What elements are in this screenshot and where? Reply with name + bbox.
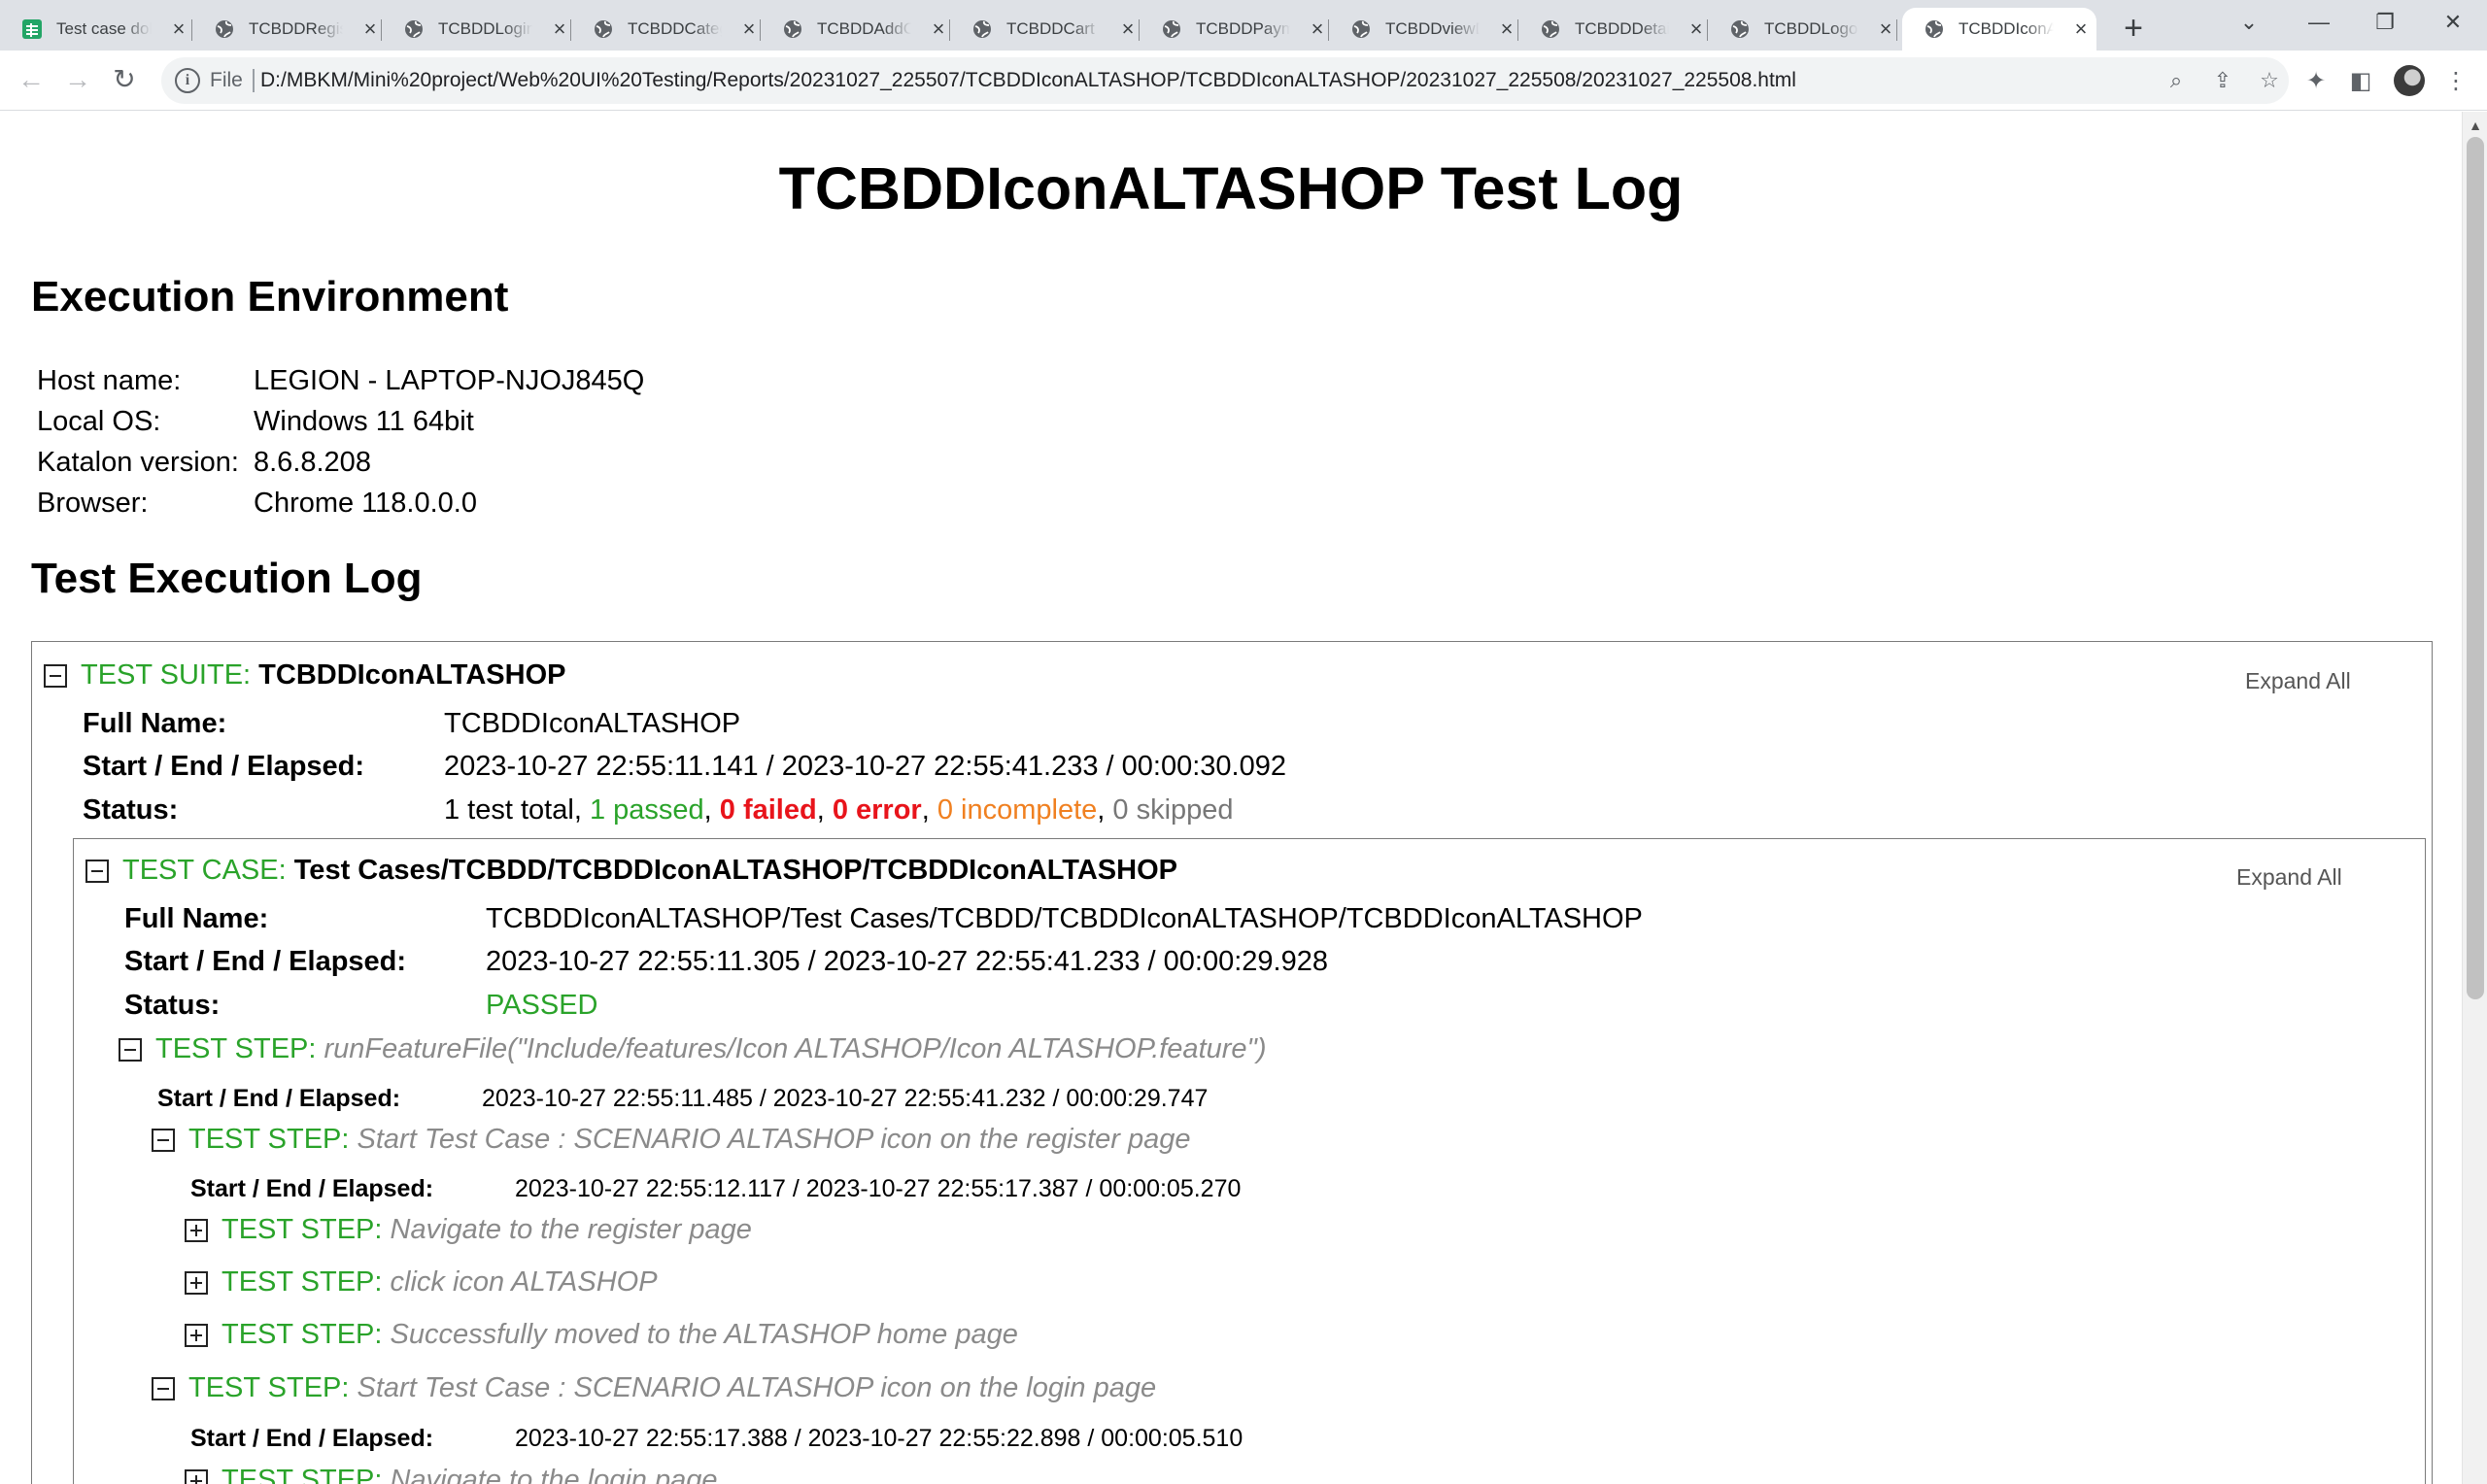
globe-icon	[403, 18, 425, 40]
test-case-panel: TEST CASE: Test Cases/TCBDD/TCBDDIconALT…	[73, 838, 2426, 1484]
side-panel-icon[interactable]: ◧	[2345, 66, 2376, 97]
browser-toolbar: ← → ↻ i File D:/MBKM/Mini%20project/Web%…	[0, 51, 2487, 111]
report-page: TCBDDIconALTASHOP Test Log Execution Env…	[0, 112, 2462, 1484]
close-icon[interactable]: ×	[358, 17, 382, 41]
case-full-name: Full Name: TCBDDIconALTASHOP/Test Cases/…	[124, 903, 1643, 934]
tab-tcbddiconaltashop[interactable]: TCBDDIconALTASHOP ×	[1902, 8, 2096, 51]
close-icon[interactable]: ×	[548, 17, 571, 41]
scenario-login-timing: Start / End / Elapsed: 2023-10-27 22:55:…	[190, 1425, 1244, 1452]
env-row-katalon: Katalon version: 8.6.8.208	[37, 446, 371, 478]
collapse-toggle-icon[interactable]	[119, 1037, 142, 1062]
close-icon[interactable]: ×	[1495, 17, 1518, 41]
expand-toggle-icon[interactable]	[185, 1323, 208, 1347]
scenario-register-timing: Start / End / Elapsed: 2023-10-27 22:55:…	[190, 1175, 1242, 1202]
info-icon[interactable]: i	[175, 68, 200, 93]
tab-tcbddpayment[interactable]: TCBDDPayment ×	[1140, 8, 1329, 51]
profile-avatar[interactable]	[2394, 65, 2425, 96]
test-suite-panel: TEST SUITE: TCBDDIconALTASHOP Expand All…	[31, 641, 2433, 1484]
test-suite-header: TEST SUITE: TCBDDIconALTASHOP	[44, 659, 565, 691]
collapse-toggle-icon[interactable]	[152, 1376, 175, 1400]
close-icon[interactable]: ×	[1116, 17, 1140, 41]
window-close-button[interactable]: ✕	[2419, 0, 2487, 45]
env-heading: Execution Environment	[31, 273, 509, 320]
test-step-scenario-register: TEST STEP: Start Test Case : SCENARIO AL…	[152, 1124, 1191, 1156]
globe-icon	[1540, 18, 1561, 40]
close-icon[interactable]: ×	[167, 17, 190, 41]
globe-icon	[971, 18, 993, 40]
test-case-header: TEST CASE: Test Cases/TCBDD/TCBDDIconALT…	[85, 855, 1177, 887]
expand-toggle-icon[interactable]	[185, 1270, 208, 1295]
expand-all-link[interactable]: Expand All	[2236, 864, 2342, 891]
test-step-navigate-login: TEST STEP: Navigate to the login page	[185, 1465, 718, 1484]
scrollbar-thumb[interactable]	[2467, 137, 2484, 999]
bookmark-star-icon[interactable]: ☆	[2256, 67, 2283, 94]
tab-tcbddviewdetail[interactable]: TCBDDviewDetail ×	[1329, 8, 1518, 51]
tab-tcbddregister[interactable]: TCBDDRegister ×	[192, 8, 382, 51]
test-step-scenario-login: TEST STEP: Start Test Case : SCENARIO AL…	[152, 1372, 1156, 1404]
expand-all-link[interactable]: Expand All	[2245, 668, 2351, 694]
page-scrollbar[interactable]: ▲	[2462, 112, 2487, 1484]
test-step-click-icon: TEST STEP: click icon ALTASHOP	[185, 1266, 658, 1298]
case-timing: Start / End / Elapsed: 2023-10-27 22:55:…	[124, 946, 1328, 977]
close-icon[interactable]: ×	[1685, 17, 1708, 41]
close-icon[interactable]: ×	[1306, 17, 1329, 41]
restore-button[interactable]: ❐	[2351, 0, 2419, 45]
status-badge: PASSED	[486, 990, 598, 1021]
globe-icon	[593, 18, 614, 40]
test-step-root: TEST STEP: runFeatureFile("Include/featu…	[119, 1033, 1267, 1065]
globe-icon	[214, 18, 235, 40]
forward-button[interactable]: →	[58, 60, 97, 99]
test-step-navigate-register: TEST STEP: Navigate to the register page	[185, 1214, 752, 1246]
new-tab-button[interactable]: +	[2114, 10, 2153, 49]
url-scheme: File	[210, 69, 243, 91]
globe-icon	[1924, 18, 1945, 40]
tab-tcbddcart[interactable]: TCBDDCart ×	[950, 8, 1140, 51]
tab-test-case-doc[interactable]: Test case dokumentasi ×	[0, 8, 192, 51]
sheets-icon	[21, 18, 43, 40]
tab-strip: Test case dokumentasi × TCBDDRegister × …	[0, 0, 2487, 51]
log-heading: Test Execution Log	[31, 555, 423, 602]
tab-tcbddlogin[interactable]: TCBDDLogin ×	[382, 8, 571, 51]
suite-status: Status: 1 test total, 1 passed, 0 failed…	[83, 794, 1234, 826]
collapse-toggle-icon[interactable]	[85, 859, 109, 883]
close-icon[interactable]: ×	[927, 17, 950, 41]
close-icon[interactable]: ×	[737, 17, 761, 41]
case-status: Status: PASSED	[124, 990, 598, 1021]
reload-button[interactable]: ↻	[105, 60, 144, 99]
globe-icon	[782, 18, 803, 40]
env-row-host: Host name: LEGION - LAPTOP-NJOJ845Q	[37, 364, 645, 396]
env-row-os: Local OS: Windows 11 64bit	[37, 405, 474, 437]
collapse-toggle-icon[interactable]	[44, 663, 67, 688]
tab-search-chevron-icon[interactable]: ⌄	[2215, 0, 2283, 45]
minimize-button[interactable]: —	[2285, 0, 2353, 45]
tab-tcbddcategory[interactable]: TCBDDCategory ×	[571, 8, 761, 51]
tab-tcbdddetail[interactable]: TCBDDDetail ×	[1518, 8, 1708, 51]
tab-tcbddlogout[interactable]: TCBDDLogout ×	[1708, 8, 1897, 51]
globe-icon	[1161, 18, 1182, 40]
close-icon[interactable]: ×	[1874, 17, 1897, 41]
suite-timing: Start / End / Elapsed: 2023-10-27 22:55:…	[83, 751, 1286, 782]
close-icon[interactable]: ×	[2069, 17, 2093, 41]
tab-tcbddaddcart[interactable]: TCBDDAddCart ×	[761, 8, 950, 51]
expand-toggle-icon[interactable]	[185, 1468, 208, 1484]
menu-kebab-icon[interactable]: ⋮	[2440, 66, 2471, 97]
env-row-browser: Browser: Chrome 118.0.0.0	[37, 487, 477, 519]
globe-icon	[1729, 18, 1751, 40]
extensions-icon[interactable]: ✦	[2300, 66, 2332, 97]
step-root-timing: Start / End / Elapsed: 2023-10-27 22:55:…	[157, 1085, 1209, 1112]
globe-icon	[1350, 18, 1372, 40]
test-step-moved-home: TEST STEP: Successfully moved to the ALT…	[185, 1319, 1018, 1351]
zoom-icon[interactable]: ⌕	[2163, 67, 2190, 94]
collapse-toggle-icon[interactable]	[152, 1128, 175, 1152]
share-icon[interactable]: ⇪	[2209, 67, 2236, 94]
back-button[interactable]: ←	[12, 60, 51, 99]
expand-toggle-icon[interactable]	[185, 1218, 208, 1242]
page-title: TCBDDIconALTASHOP Test Log	[778, 155, 1684, 221]
scroll-up-arrow-icon[interactable]: ▲	[2463, 116, 2487, 135]
address-bar[interactable]: i File D:/MBKM/Mini%20project/Web%20UI%2…	[161, 57, 2289, 104]
url-text[interactable]: D:/MBKM/Mini%20project/Web%20UI%20Testin…	[260, 69, 1796, 92]
suite-full-name: Full Name: TCBDDIconALTASHOP	[83, 708, 741, 739]
env-table: Host name: LEGION - LAPTOP-NJOJ845Q Loca…	[37, 360, 644, 523]
